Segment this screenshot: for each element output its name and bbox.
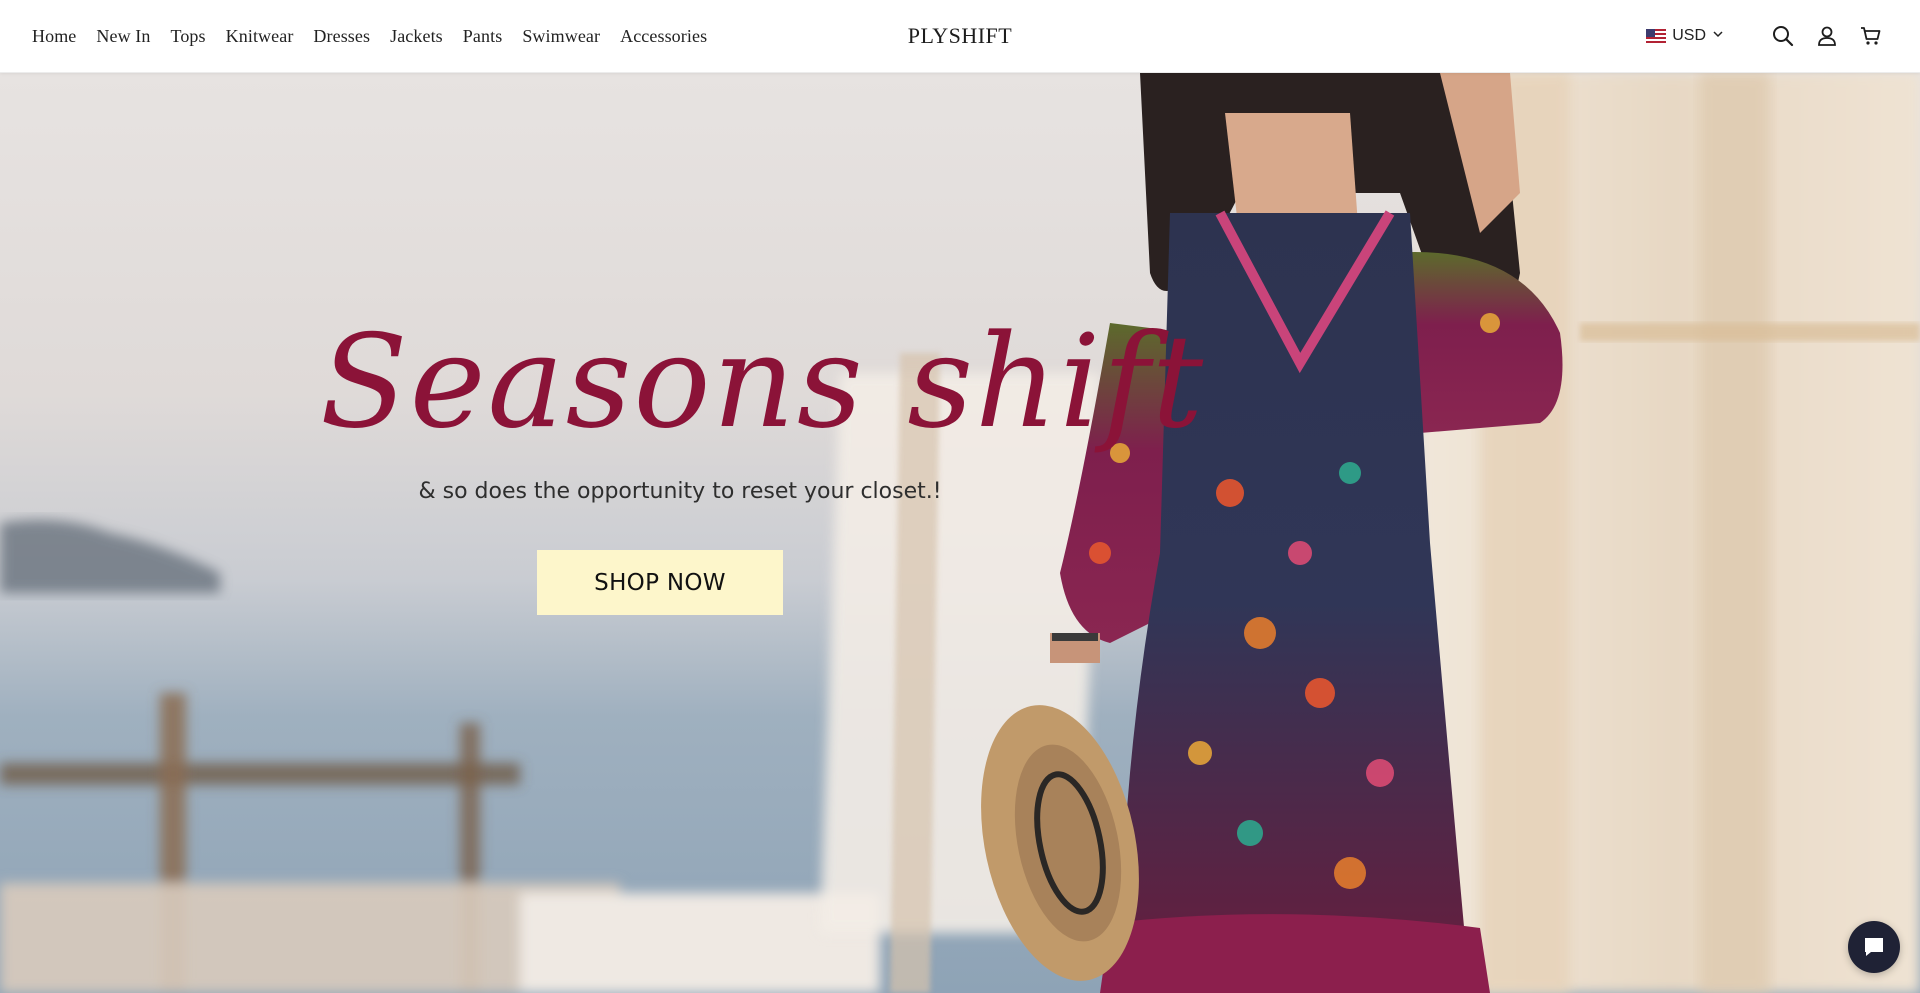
nav-item-knitwear[interactable]: Knitwear	[226, 26, 294, 47]
hero-headline-text: Seasons shift	[320, 308, 1206, 457]
hero-subline: & so does the opportunity to reset your …	[418, 479, 942, 504]
currency-selector[interactable]: USD	[1646, 27, 1724, 45]
site-header: Home New In Tops Knitwear Dresses Jacket…	[0, 0, 1920, 73]
header-actions: USD	[1646, 0, 1884, 72]
currency-label: USD	[1672, 27, 1706, 44]
nav-item-home[interactable]: Home	[32, 26, 76, 47]
chevron-down-icon	[1712, 27, 1724, 45]
hero-background-image	[0, 73, 1920, 993]
hero-banner: Seasons shift & so does the opportunity …	[0, 73, 1920, 993]
nav-item-accessories[interactable]: Accessories	[620, 26, 707, 47]
cart-icon[interactable]	[1858, 23, 1884, 49]
us-flag-icon	[1646, 29, 1667, 43]
brand-logo[interactable]: PLYSHIFT	[908, 23, 1012, 49]
shop-now-button[interactable]: SHOP NOW	[537, 550, 783, 615]
chat-bubble-icon[interactable]	[1848, 921, 1900, 973]
nav-item-tops[interactable]: Tops	[170, 26, 205, 47]
nav-item-swimwear[interactable]: Swimwear	[522, 26, 600, 47]
main-nav: Home New In Tops Knitwear Dresses Jacket…	[32, 0, 707, 72]
nav-item-pants[interactable]: Pants	[463, 26, 503, 47]
nav-item-dresses[interactable]: Dresses	[313, 26, 370, 47]
account-icon[interactable]	[1814, 23, 1840, 49]
nav-item-new-in[interactable]: New In	[96, 26, 150, 47]
nav-item-jackets[interactable]: Jackets	[390, 26, 443, 47]
search-icon[interactable]	[1770, 23, 1796, 49]
hero-headline: Seasons shift	[320, 278, 1206, 488]
